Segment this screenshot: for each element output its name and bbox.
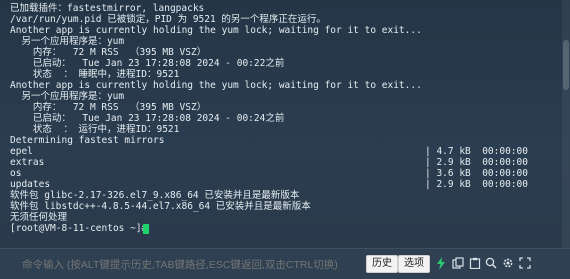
terminal-line: 状态 ： 运行中，进程ID：9521	[10, 124, 180, 135]
copy-icon[interactable]	[451, 257, 464, 270]
command-input[interactable]	[20, 256, 364, 274]
terminal-line: /var/run/yum.pid 已被锁定，PID 为 9521 的另一个程序正…	[10, 14, 326, 25]
terminal-line: Determining fastest mirrors	[10, 135, 165, 146]
fullscreen-icon[interactable]	[518, 257, 531, 270]
options-button[interactable]: 选项	[398, 255, 430, 273]
repo-info: | 2.9 kB 00:00:00	[425, 179, 528, 190]
terminal-line: 已启动： Tue Jan 23 17:28:08 2024 - 00:24之前	[10, 113, 285, 124]
terminal-line: 状态 ： 睡眠中，进程ID：9521	[10, 69, 180, 80]
terminal-line: Another app is currently holding the yum…	[10, 25, 422, 36]
repo-name: extras	[10, 157, 45, 168]
terminal-line: 另一个应用程序是：yum	[10, 36, 125, 47]
settings-icon[interactable]	[501, 257, 514, 270]
shell-prompt: [root@VM-8-11-centos ~]#	[10, 223, 153, 234]
paste-icon[interactable]	[468, 257, 481, 270]
terminal-line: 无须任何处理	[10, 212, 68, 223]
terminal-output[interactable]: 已加载插件：fastestmirror, langpacks /var/run/…	[0, 0, 570, 248]
terminal-line: 软件包 libstdc++-4.8.5-44.el7.x86_64 已安装并且是…	[10, 201, 311, 212]
search-icon[interactable]	[484, 257, 497, 270]
terminal-scrollbar[interactable]	[562, 0, 570, 248]
repo-info: | 3.6 kB 00:00:00	[425, 168, 528, 179]
terminal-line: 内存： 72 M RSS （395 MB VSZ）	[10, 102, 207, 113]
terminal-line: Another app is currently holding the yum…	[10, 80, 422, 91]
command-bar: 历史 选项	[0, 248, 570, 279]
repo-info: | 4.7 kB 00:00:00	[425, 146, 528, 157]
terminal-line: 已加载插件：fastestmirror, langpacks	[10, 3, 205, 14]
terminal-line: 另一个应用程序是：yum	[10, 91, 125, 102]
repo-name: os	[10, 168, 22, 179]
terminal-cursor	[143, 224, 149, 234]
terminal-line: 软件包 glibc-2.17-326.el7_9.x86_64 已安装并且是最新…	[10, 190, 300, 201]
lightning-icon[interactable]	[434, 257, 447, 270]
repo-name: epel	[10, 146, 33, 157]
repo-name: updates	[10, 179, 51, 190]
terminal-line: 内存： 72 M RSS （395 MB VSZ）	[10, 47, 207, 58]
scrollbar-thumb[interactable]	[563, 40, 569, 90]
repo-info: | 2.9 kB 00:00:00	[425, 157, 528, 168]
history-button[interactable]: 历史	[366, 255, 398, 273]
terminal-line: 已启动： Tue Jan 23 17:28:08 2024 - 00:22之前	[10, 58, 285, 69]
